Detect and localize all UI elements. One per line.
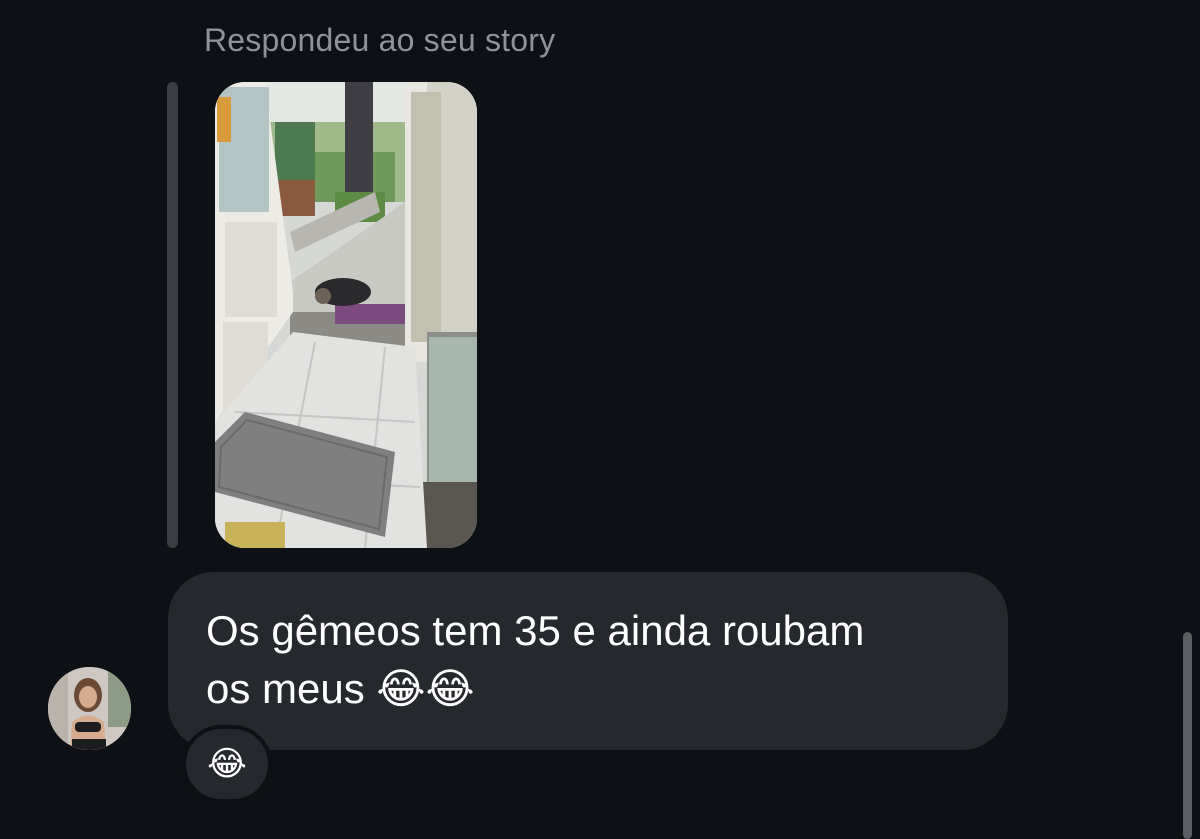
message-bubble[interactable]: Os gêmeos tem 35 e ainda roubam os meus … bbox=[168, 572, 1008, 750]
story-image-icon bbox=[215, 82, 477, 548]
message-text: Os gêmeos tem 35 e ainda roubam os meus … bbox=[206, 607, 865, 712]
sender-avatar[interactable] bbox=[48, 667, 131, 750]
scrollbar[interactable] bbox=[1183, 632, 1192, 839]
story-preview[interactable] bbox=[215, 82, 477, 548]
profile-photo-icon bbox=[48, 667, 131, 750]
reaction-emoji: 😂 bbox=[186, 729, 268, 799]
story-reply-label: Respondeu ao seu story bbox=[204, 22, 556, 58]
quote-bar bbox=[167, 82, 178, 548]
reaction-badge[interactable]: 😂 bbox=[182, 725, 272, 803]
